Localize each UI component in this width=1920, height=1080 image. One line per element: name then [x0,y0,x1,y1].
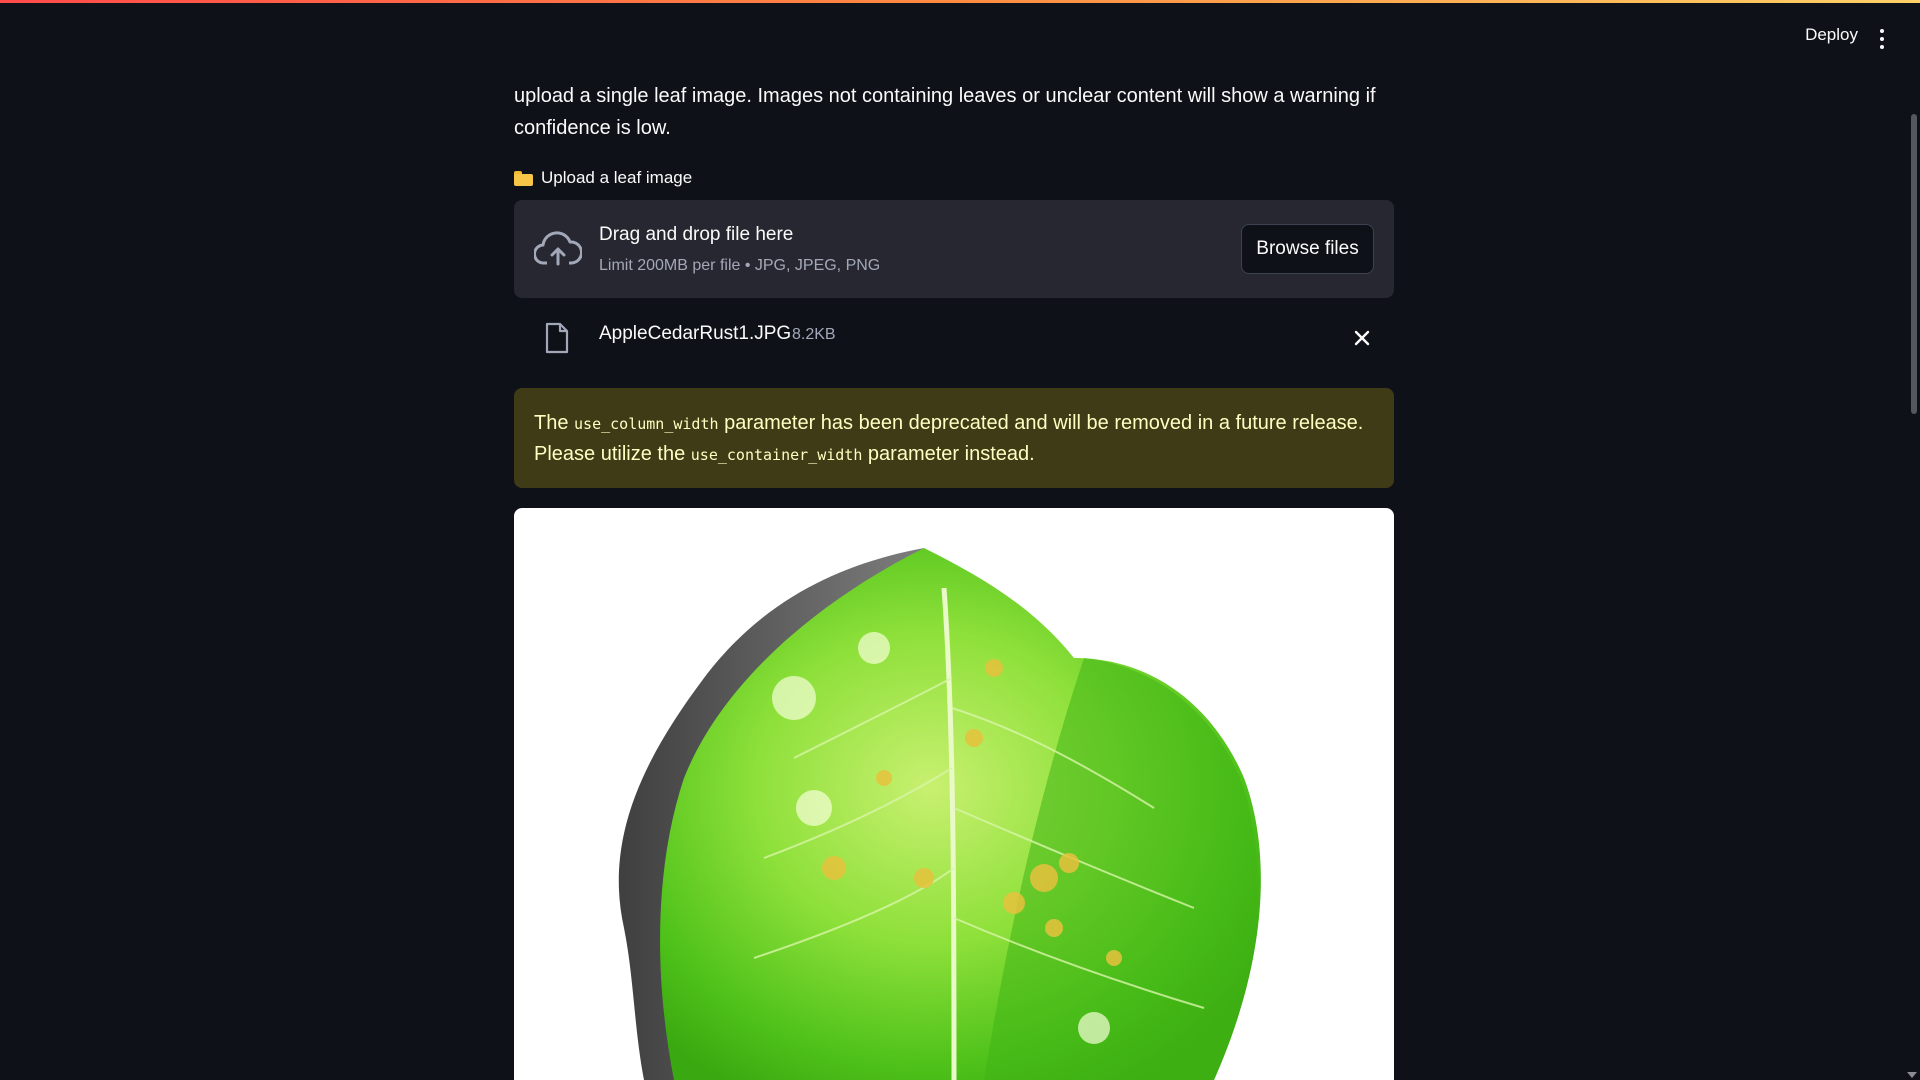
leaf-illustration [618,548,1261,1080]
file-dropzone[interactable]: Drag and drop file here Limit 200MB per … [514,200,1394,298]
close-icon[interactable] [1348,324,1376,352]
deploy-button[interactable]: Deploy [1805,25,1858,45]
deprecation-warning: The use_column_width parameter has been … [514,388,1394,488]
scrollbar-thumb[interactable] [1911,114,1917,414]
uploaded-file-row: AppleCedarRust1.JPG 8.2KB [514,314,1394,364]
intro-paragraph: upload a single leaf image. Images not c… [514,85,1376,139]
folder-icon [514,170,533,186]
uploaded-file-size: 8.2KB [792,326,836,343]
uploaded-leaf-image [514,508,1394,1080]
uploaded-file-name: AppleCedarRust1.JPG [599,323,792,344]
warning-text-prefix: The [534,412,575,434]
vertical-ellipsis-icon[interactable] [1878,29,1886,49]
app-header: Deploy [0,3,1920,71]
uploader-label: Upload a leaf image [514,168,692,188]
warning-code-use-container-width: use_container_width [690,446,863,464]
browse-files-button[interactable]: Browse files [1241,224,1374,274]
uploader-label-text: Upload a leaf image [541,168,693,187]
warning-code-use-column-width: use_column_width [574,415,719,433]
dropzone-title: Drag and drop file here [599,224,794,245]
cloud-upload-icon [534,231,582,266]
scroll-down-arrow-icon[interactable] [1907,1072,1917,1078]
warning-text-suffix: parameter instead. [862,443,1035,465]
dropzone-limits: Limit 200MB per file • JPG, JPEG, PNG [599,257,881,274]
file-icon [545,322,569,354]
